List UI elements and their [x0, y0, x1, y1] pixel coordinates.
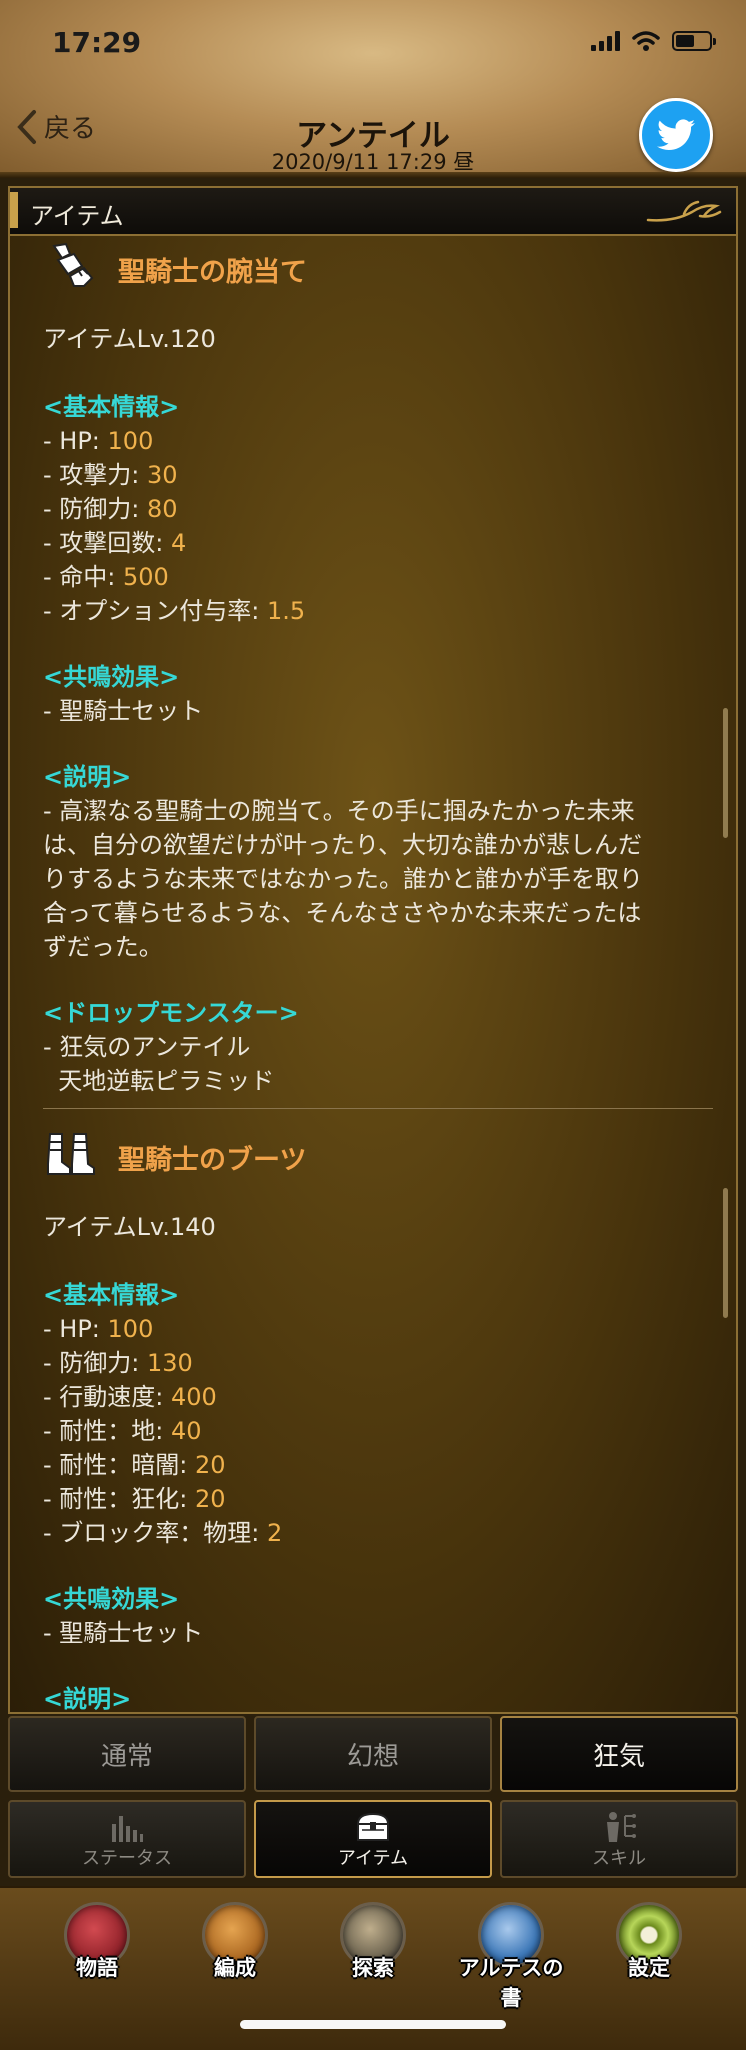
panel-header-accent: [10, 192, 18, 228]
resonance-effect: - 聖騎士セット: [43, 1619, 204, 1647]
nav-settings[interactable]: 設定: [594, 1902, 704, 1982]
scrollbar-upper[interactable]: [723, 708, 728, 838]
item-level: アイテムLv.120: [43, 325, 216, 353]
stat-row: - 耐性：狂化: 20: [43, 1485, 226, 1513]
tab-madness[interactable]: 狂気: [500, 1716, 738, 1792]
stat-row: - 攻撃回数: 4: [43, 529, 187, 557]
status-icons: [591, 30, 716, 52]
gauntlet-icon: [52, 242, 94, 287]
panel-header: アイテム: [10, 188, 736, 236]
tab-item-label: アイテム: [337, 1848, 409, 1869]
battery-icon: [672, 31, 716, 51]
flourish-ornament-icon: [646, 200, 722, 222]
home-indicator[interactable]: [240, 2020, 506, 2029]
app-header: 17:29 戻る アンテイル 2020/9/11 17:29 昼: [0, 0, 746, 178]
bar-chart-icon: [112, 1816, 143, 1842]
scrollbar-lower[interactable]: [723, 1188, 728, 1318]
nav-explore[interactable]: 探索: [318, 1902, 428, 1982]
stat-row: - ブロック率：物理: 2: [43, 1519, 283, 1547]
stat-row: - HP: 100: [43, 427, 154, 455]
tab-skill[interactable]: スキル: [500, 1800, 738, 1878]
page-datetime: 2020/9/11 17:29 昼: [271, 150, 475, 174]
cellular-signal-icon: [591, 31, 620, 51]
stat-row: - 耐性：地: 40: [43, 1417, 202, 1445]
item-panel: アイテム 聖騎士の腕当て アイテムLv.120 <基本情報> - HP: 100…: [8, 186, 738, 1714]
tab-fantasy[interactable]: 幻想: [254, 1716, 492, 1792]
stat-row: - 命中: 500: [43, 563, 169, 591]
tab-item[interactable]: アイテム: [254, 1800, 492, 1878]
nav-explore-label: 探索: [352, 1956, 394, 1980]
panel-title: アイテム: [30, 202, 124, 230]
nav-artes-book-label: アルテスの書: [458, 1956, 564, 2010]
stat-row: - 防御力: 130: [43, 1349, 193, 1377]
tab-status-label: ステータス: [82, 1848, 172, 1869]
nav-story-label: 物語: [76, 1956, 118, 1980]
twitter-share-button[interactable]: [639, 98, 713, 172]
wifi-icon: [632, 31, 660, 51]
description-line: 合って暮らせるような、そんなささやかな未来だったは: [43, 899, 642, 927]
mode-tabs: 通常 幻想 狂気: [8, 1716, 738, 1792]
stat-row: - HP: 100: [43, 1315, 154, 1343]
drop-monster-line: - 狂気のアンテイル: [43, 1033, 251, 1061]
tab-status[interactable]: ステータス: [8, 1800, 246, 1878]
status-time: 17:29: [52, 26, 142, 59]
description-line: は、自分の欲望だけが叶ったり、大切な誰かが悲しんだ: [43, 831, 643, 859]
item-name: 聖騎士の腕当て: [118, 257, 307, 288]
item-level: アイテムLv.140: [43, 1213, 216, 1241]
description-line: - 高潔なる聖騎士の腕当て。その手に掴みたかった未来: [43, 797, 635, 825]
drop-monster-line: 天地逆転ピラミッド: [43, 1067, 275, 1095]
description-header: <説明>: [43, 763, 132, 791]
nav-settings-label: 設定: [628, 1956, 670, 1980]
nav-story[interactable]: 物語: [42, 1902, 152, 1982]
stat-row: - オプション付与率: 1.5: [43, 597, 306, 625]
resonance-effect: - 聖騎士セット: [43, 697, 204, 725]
tab-skill-label: スキル: [592, 1848, 646, 1869]
description-line: りするような未来ではなかった。誰かと誰かが手を取り: [43, 865, 643, 893]
tab-normal[interactable]: 通常: [8, 1716, 246, 1792]
nav-formation-label: 編成: [214, 1956, 256, 1980]
category-tabs: ステータス アイテム スキル: [8, 1800, 738, 1878]
stat-row: - 攻撃力: 30: [43, 461, 178, 489]
twitter-bird-icon: [657, 119, 695, 151]
stat-row: - 耐性：暗闇: 20: [43, 1451, 226, 1479]
skill-person-icon: [607, 1812, 636, 1842]
description-header: <説明>: [43, 1685, 132, 1713]
item-name: 聖騎士のブーツ: [118, 1145, 307, 1176]
resonance-header: <共鳴効果>: [43, 663, 180, 691]
basic-info-header: <基本情報>: [43, 1281, 180, 1309]
basic-info-header: <基本情報>: [43, 393, 180, 421]
item-divider: [43, 1108, 713, 1109]
nav-artes-book[interactable]: アルテスの書: [456, 1902, 566, 2012]
description-line: ずだった。: [43, 933, 163, 961]
stat-row: - 行動速度: 400: [43, 1383, 217, 1411]
stat-row: - 防御力: 80: [43, 495, 178, 523]
treasure-chest-icon: [356, 1812, 390, 1841]
boots-icon: [47, 1133, 95, 1175]
nav-formation[interactable]: 編成: [180, 1902, 290, 1982]
drop-monster-header: <ドロップモンスター>: [43, 999, 299, 1027]
resonance-header: <共鳴効果>: [43, 1585, 180, 1613]
